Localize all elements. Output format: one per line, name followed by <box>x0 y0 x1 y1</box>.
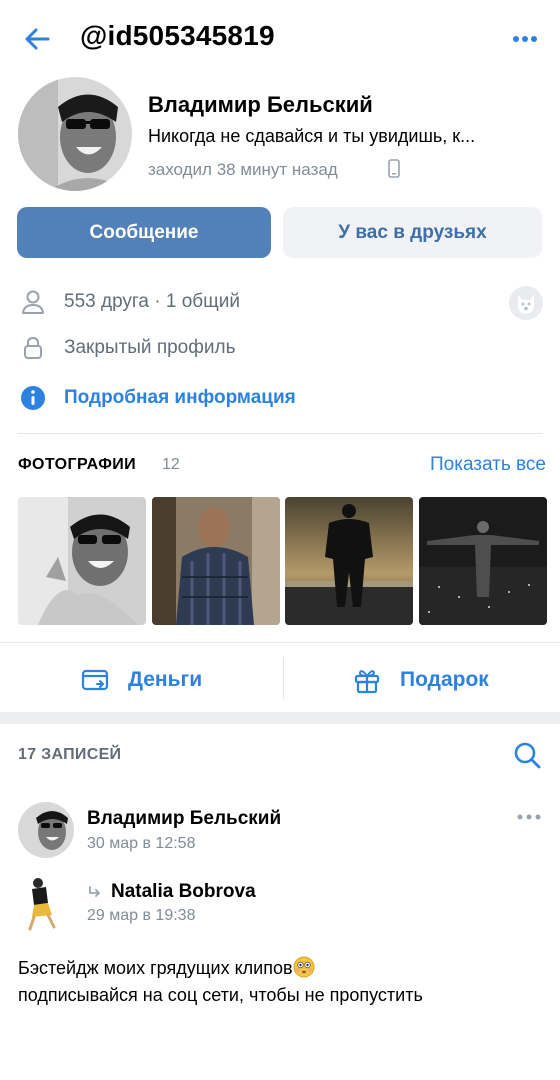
post-author-name[interactable]: Владимир Бельский <box>87 808 281 830</box>
divider <box>0 642 560 643</box>
user-icon <box>22 290 44 314</box>
posts-title: 17 ЗАПИСЕЙ <box>18 746 122 763</box>
photos-title: ФОТОГРАФИИ <box>18 456 137 473</box>
show-all-link[interactable]: Показать все <box>430 454 546 476</box>
friends-info-row[interactable]: 553 друга · 1 общий <box>18 287 240 317</box>
repost-author-avatar[interactable] <box>20 875 64 931</box>
dog-icon <box>509 286 543 320</box>
profile-avatar[interactable] <box>18 77 132 191</box>
closed-profile-label: Закрытый профиль <box>64 337 236 358</box>
flushed-face-emoji-icon <box>293 956 315 978</box>
photo-thumbnail[interactable] <box>18 497 146 625</box>
photo-thumbnail[interactable] <box>152 497 280 625</box>
gift-button[interactable]: Подарок <box>352 660 489 700</box>
details-link[interactable]: Подробная информация <box>64 387 296 409</box>
message-button[interactable]: Сообщение <box>17 207 271 258</box>
details-row[interactable]: Подробная информация <box>18 383 296 413</box>
closed-profile-row: Закрытый профиль <box>18 333 235 363</box>
search-icon[interactable] <box>512 740 542 770</box>
divider <box>18 433 542 434</box>
photos-count: 12 <box>162 456 180 473</box>
post-text-line-2: подписывайся на соц сети, чтобы не пропу… <box>18 985 423 1005</box>
repost-author-name[interactable]: Natalia Bobrova <box>111 881 256 903</box>
post-date: 30 мар в 12:58 <box>87 835 196 852</box>
repost-date: 29 мар в 19:38 <box>87 907 196 924</box>
divider <box>283 657 284 699</box>
profile-status[interactable]: Никогда не сдавайся и ты увидишь, к... <box>148 126 548 147</box>
more-options-icon[interactable] <box>510 24 540 54</box>
profile-handle: @id505345819 <box>80 20 275 51</box>
more-options-icon[interactable] <box>516 810 542 824</box>
post-text: Бэстейдж моих грядущих клипов подписывай… <box>18 955 548 1009</box>
photo-thumbnail[interactable] <box>285 497 413 625</box>
photo-thumbnail[interactable] <box>419 497 547 625</box>
gift-label: Подарок <box>400 668 489 691</box>
lock-icon <box>24 336 42 359</box>
post-text-line-1: Бэстейдж моих грядущих клипов <box>18 958 293 978</box>
section-separator <box>0 712 560 724</box>
friends-count: 553 друга · 1 общий <box>64 291 241 312</box>
last-seen: заходил 38 минут назад <box>148 160 338 179</box>
gift-icon <box>354 670 380 694</box>
friends-status-button[interactable]: У вас в друзьях <box>283 207 542 258</box>
info-icon <box>21 386 45 410</box>
wallet-icon <box>81 669 109 691</box>
mobile-phone-icon <box>388 159 400 178</box>
profile-name: Владимир Бельский <box>148 92 373 117</box>
money-label: Деньги <box>128 668 203 691</box>
back-arrow-icon[interactable] <box>22 24 52 54</box>
money-button[interactable]: Деньги <box>80 660 202 700</box>
post-author-avatar[interactable] <box>18 802 74 858</box>
top-bar: @id505345819 <box>0 0 560 78</box>
repost-icon <box>89 886 100 897</box>
